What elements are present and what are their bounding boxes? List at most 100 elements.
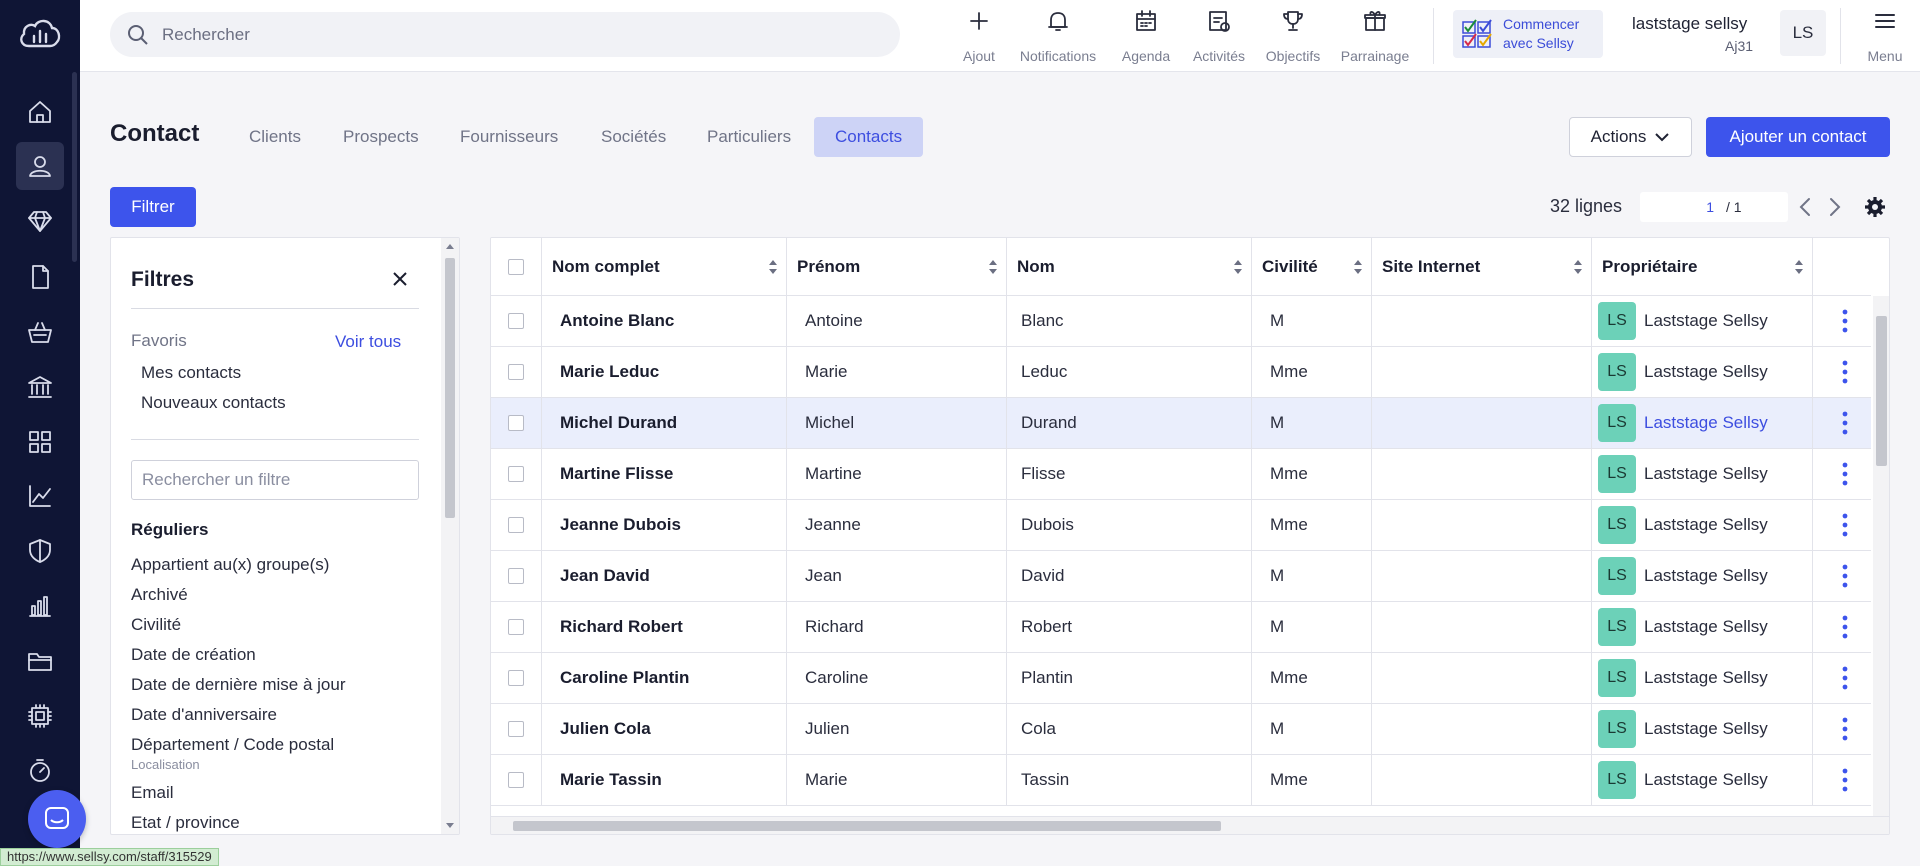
- full-name-cell[interactable]: Richard Robert: [542, 602, 787, 652]
- global-search[interactable]: [110, 12, 900, 57]
- next-page-button[interactable]: [1822, 194, 1848, 220]
- filter-item[interactable]: Date de création: [131, 645, 256, 665]
- owner-cell[interactable]: LS Laststage Sellsy: [1592, 449, 1813, 499]
- full-name-cell[interactable]: Martine Flisse: [542, 449, 787, 499]
- sort-icon[interactable]: [768, 259, 778, 275]
- table-row[interactable]: Julien Cola Julien Cola M LS Laststage Sellsy: [491, 704, 1871, 755]
- row-checkbox[interactable]: [508, 721, 524, 737]
- current-page[interactable]: 1: [1640, 199, 1714, 215]
- sort-icon[interactable]: [988, 259, 998, 275]
- sort-icon[interactable]: [1573, 259, 1583, 275]
- activites-button[interactable]: Activités: [1182, 8, 1256, 64]
- full-name-cell[interactable]: Michel Durand: [542, 398, 787, 448]
- scroll-down-arrow-icon[interactable]: [445, 820, 455, 830]
- filter-button[interactable]: Filtrer: [110, 187, 196, 227]
- table-row[interactable]: Jeanne Dubois Jeanne Dubois Mme LS Laststage …: [491, 500, 1871, 551]
- owner-cell[interactable]: LS Laststage Sellsy: [1592, 398, 1813, 448]
- row-more-options-icon[interactable]: [1842, 717, 1848, 741]
- tab-societes[interactable]: Sociétés: [580, 117, 687, 157]
- row-more-options-icon[interactable]: [1842, 462, 1848, 486]
- menu-button[interactable]: Menu: [1860, 8, 1910, 64]
- owner-cell[interactable]: LS Laststage Sellsy: [1592, 296, 1813, 346]
- owner-cell[interactable]: LS Laststage Sellsy: [1592, 755, 1813, 805]
- user-name[interactable]: laststage sellsy: [1632, 14, 1747, 34]
- tab-contacts[interactable]: Contacts: [814, 117, 924, 157]
- sort-icon[interactable]: [1233, 259, 1243, 275]
- settings-gear-icon[interactable]: [1862, 194, 1888, 220]
- objectifs-button[interactable]: Objectifs: [1258, 8, 1328, 64]
- row-checkbox[interactable]: [508, 517, 524, 533]
- row-checkbox[interactable]: [508, 568, 524, 584]
- full-name-cell[interactable]: Jean David: [542, 551, 787, 601]
- document-icon[interactable]: [16, 253, 64, 301]
- row-checkbox[interactable]: [508, 364, 524, 380]
- nav-scrollbar[interactable]: [72, 72, 77, 262]
- row-checkbox[interactable]: [508, 619, 524, 635]
- owner-name[interactable]: Laststage Sellsy: [1644, 515, 1768, 535]
- getting-started-button[interactable]: Commencer avec Sellsy: [1453, 10, 1603, 58]
- filter-item[interactable]: Etat / province: [131, 813, 240, 833]
- table-row[interactable]: Richard Robert Richard Robert M LS Laststage …: [491, 602, 1871, 653]
- table-vertical-scrollbar[interactable]: [1873, 296, 1889, 816]
- close-icon[interactable]: [389, 268, 411, 290]
- tab-fournisseurs[interactable]: Fournisseurs: [439, 117, 579, 157]
- table-row[interactable]: Antoine Blanc Antoine Blanc M LS Laststage Se…: [491, 296, 1871, 347]
- filter-item[interactable]: Date d'anniversaire: [131, 705, 277, 725]
- owner-name[interactable]: Laststage Sellsy: [1644, 719, 1768, 739]
- filters-scroll-thumb[interactable]: [445, 258, 455, 518]
- search-input[interactable]: [162, 24, 862, 45]
- row-more-options-icon[interactable]: [1842, 360, 1848, 384]
- sort-icon[interactable]: [1353, 259, 1363, 275]
- row-more-options-icon[interactable]: [1842, 768, 1848, 792]
- row-more-options-icon[interactable]: [1842, 615, 1848, 639]
- table-vertical-scroll-thumb[interactable]: [1876, 316, 1887, 466]
- sellsy-cloud-logo-icon[interactable]: [17, 16, 63, 52]
- owner-name[interactable]: Laststage Sellsy: [1644, 311, 1768, 331]
- filters-scrollbar[interactable]: [441, 238, 459, 834]
- table-row[interactable]: Marie Leduc Marie Leduc Mme LS Laststage Sell…: [491, 347, 1871, 398]
- filter-search-input[interactable]: [131, 460, 419, 500]
- column-header-nom[interactable]: Nom: [1007, 238, 1252, 296]
- table-row[interactable]: Marie Tassin Marie Tassin Mme LS Laststage Se…: [491, 755, 1871, 806]
- filter-item[interactable]: Date de dernière mise à jour: [131, 675, 346, 695]
- owner-cell[interactable]: LS Laststage Sellsy: [1592, 347, 1813, 397]
- table-row[interactable]: Michel Durand Michel Durand M LS Laststage Se…: [491, 398, 1871, 449]
- row-more-options-icon[interactable]: [1842, 309, 1848, 333]
- owner-cell[interactable]: LS Laststage Sellsy: [1592, 602, 1813, 652]
- chat-support-button[interactable]: [28, 790, 86, 848]
- owner-name[interactable]: Laststage Sellsy: [1644, 566, 1768, 586]
- owner-name[interactable]: Laststage Sellsy: [1644, 617, 1768, 637]
- full-name-cell[interactable]: Jeanne Dubois: [542, 500, 787, 550]
- shield-icon[interactable]: [16, 527, 64, 575]
- owner-name[interactable]: Laststage Sellsy: [1644, 668, 1768, 688]
- scroll-up-arrow-icon[interactable]: [445, 242, 455, 252]
- row-checkbox[interactable]: [508, 772, 524, 788]
- filter-item[interactable]: Civilité: [131, 615, 181, 635]
- row-checkbox[interactable]: [508, 670, 524, 686]
- ajout-button[interactable]: Ajout: [954, 8, 1004, 64]
- analytics-chart-icon[interactable]: [16, 472, 64, 520]
- owner-name[interactable]: Laststage Sellsy: [1644, 413, 1768, 433]
- filter-item[interactable]: Appartient au(x) groupe(s): [131, 555, 329, 575]
- previous-page-button[interactable]: [1792, 194, 1818, 220]
- filter-item[interactable]: Département / Code postal: [131, 735, 334, 755]
- apps-grid-icon[interactable]: [16, 418, 64, 466]
- tab-particuliers[interactable]: Particuliers: [686, 117, 812, 157]
- contacts-icon[interactable]: [16, 142, 64, 190]
- basket-icon[interactable]: [16, 308, 64, 356]
- owner-cell[interactable]: LS Laststage Sellsy: [1592, 653, 1813, 703]
- owner-name[interactable]: Laststage Sellsy: [1644, 464, 1768, 484]
- agenda-button[interactable]: Agenda: [1110, 8, 1182, 64]
- column-header-nom-complet[interactable]: Nom complet: [542, 238, 787, 296]
- full-name-cell[interactable]: Marie Tassin: [542, 755, 787, 805]
- add-contact-button[interactable]: Ajouter un contact: [1706, 117, 1890, 157]
- owner-cell[interactable]: LS Laststage Sellsy: [1592, 551, 1813, 601]
- table-horizontal-scrollbar[interactable]: [491, 816, 1889, 834]
- actions-dropdown-button[interactable]: Actions: [1569, 117, 1692, 157]
- folder-icon[interactable]: [16, 637, 64, 685]
- diamond-icon[interactable]: [16, 197, 64, 245]
- table-row[interactable]: Caroline Plantin Caroline Plantin Mme LS Last…: [491, 653, 1871, 704]
- table-horizontal-scroll-thumb[interactable]: [513, 821, 1221, 831]
- column-header-civilite[interactable]: Civilité: [1252, 238, 1372, 296]
- table-row[interactable]: Jean David Jean David M LS Laststage Sellsy: [491, 551, 1871, 602]
